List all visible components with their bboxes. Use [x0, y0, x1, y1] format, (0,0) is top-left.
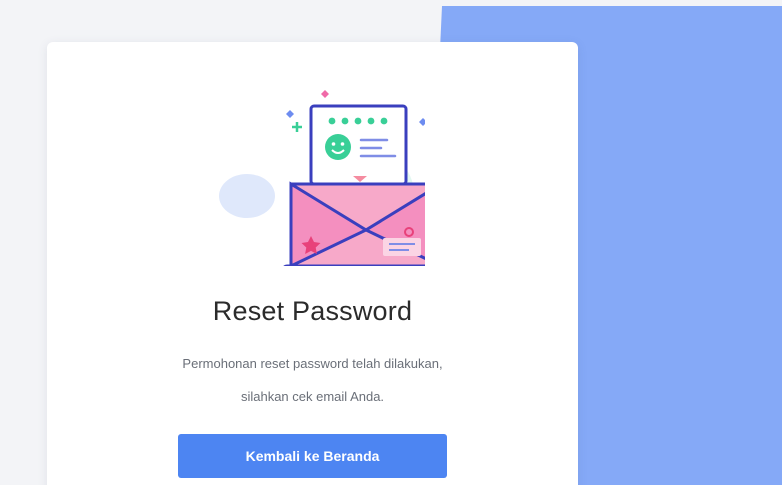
smiley-eye-icon	[331, 142, 336, 146]
smiley-eye-icon	[340, 142, 345, 146]
email-laptop-illustration	[219, 90, 425, 266]
reset-password-card: Reset Password Permohonan reset password…	[47, 42, 578, 485]
sparkle-icon	[286, 110, 294, 118]
blob-left-icon	[219, 174, 275, 218]
plus-sparkle-icon	[292, 122, 302, 132]
message-line-1: Permohonan reset password telah dilakuka…	[182, 356, 443, 371]
message-line-2: silahkan cek email Anda.	[240, 389, 385, 404]
page-title: Reset Password	[212, 296, 413, 326]
sparkle-icon	[419, 118, 425, 126]
page: Reset Password Permohonan reset password…	[0, 0, 782, 485]
sparkle-icon	[321, 90, 329, 98]
smiley-icon	[325, 134, 351, 160]
envelope-label	[383, 238, 421, 256]
back-to-home-button[interactable]: Kembali ke Beranda	[178, 434, 447, 478]
